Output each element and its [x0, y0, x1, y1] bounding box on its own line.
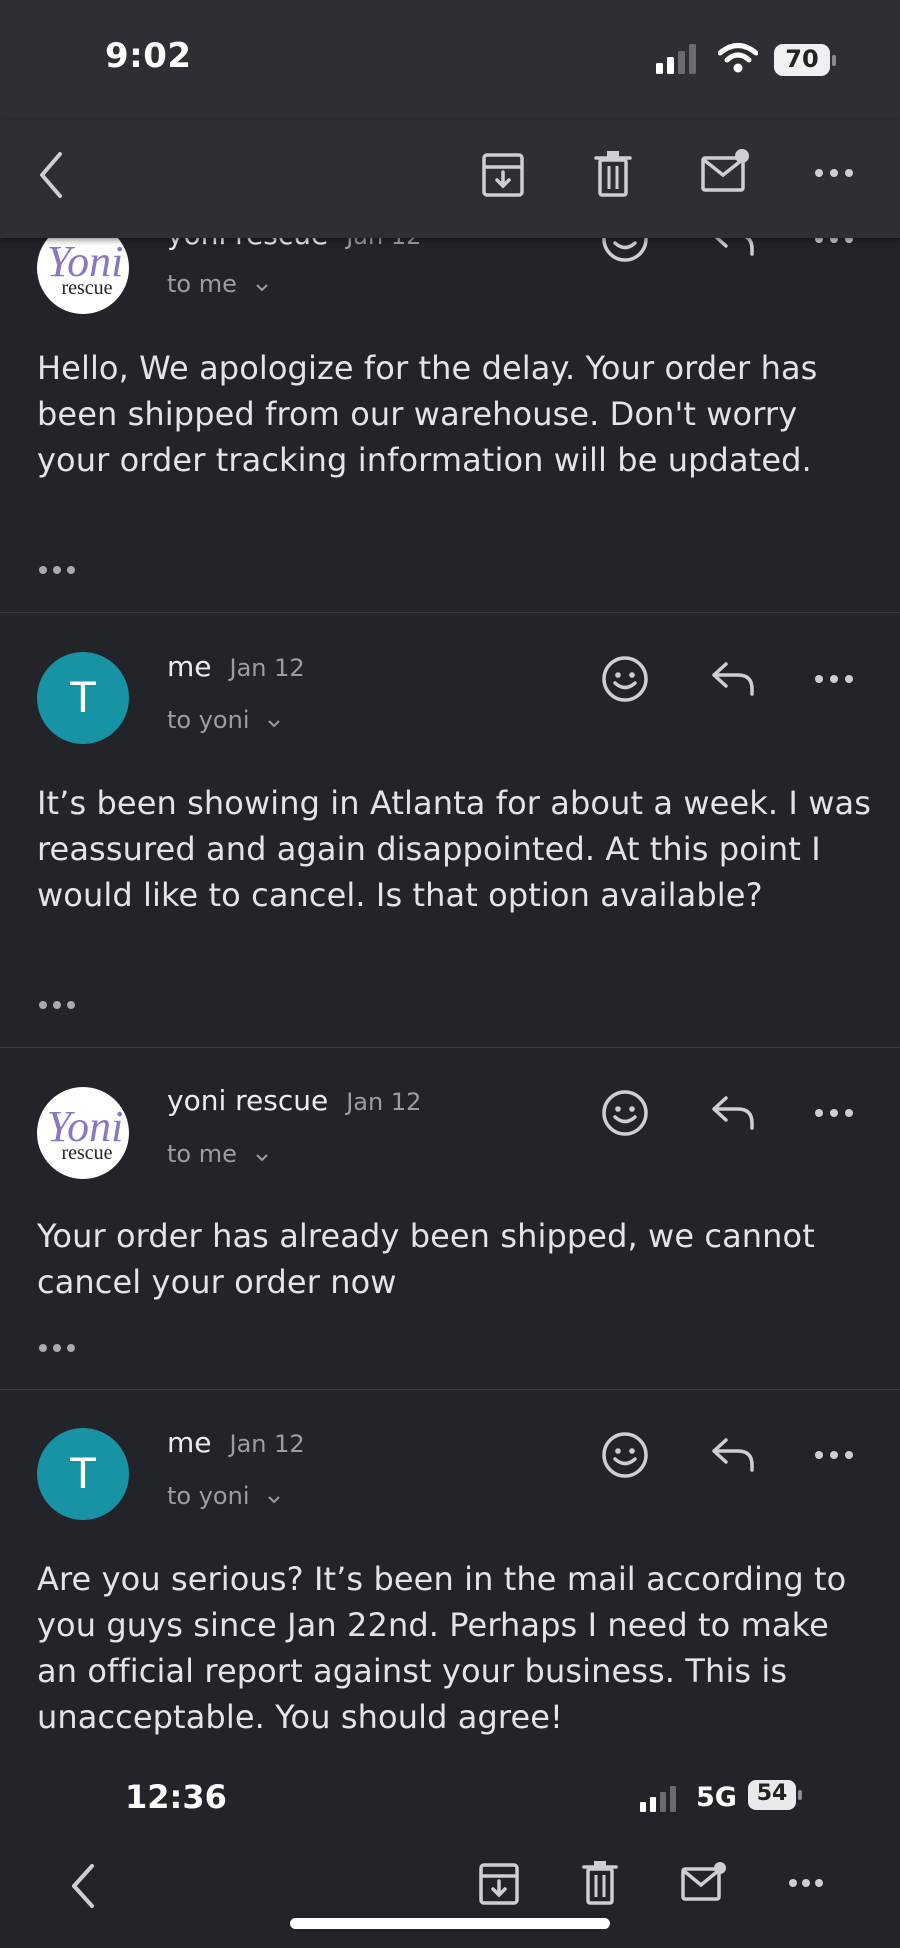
divider	[0, 1389, 900, 1390]
message-body: Hello, We apologize for the delay. Your …	[37, 349, 818, 479]
wifi-icon	[718, 43, 758, 73]
svg-text:rescue: rescue	[61, 277, 112, 299]
more-horizontal-icon[interactable]	[788, 1878, 824, 1888]
reply-icon[interactable]	[710, 658, 756, 698]
message-actions	[600, 654, 870, 714]
sender-name: me Jan 12	[167, 650, 305, 683]
svg-text:rescue: rescue	[61, 1142, 112, 1164]
recipient-details[interactable]: to me	[167, 270, 269, 299]
status-time: 12:36	[125, 1778, 227, 1816]
message-body: Are you serious? It’s been in the mail a…	[37, 1560, 847, 1736]
embedded-toolbar	[0, 1830, 900, 1948]
status-bar: 9:02 70	[0, 0, 900, 120]
reply-icon[interactable]	[710, 1092, 756, 1132]
divider	[0, 1047, 900, 1048]
network-label: 5G	[696, 1782, 737, 1813]
battery-level: 54	[756, 1781, 788, 1806]
chevron-down-icon	[267, 1483, 281, 1511]
home-indicator[interactable]	[290, 1918, 610, 1929]
sender-avatar[interactable]: T	[37, 652, 129, 744]
chevron-down-icon	[255, 271, 269, 299]
conversation-scroll[interactable]: Yoni rescue yoni rescueJan 12 to me Hell…	[0, 0, 900, 1948]
emoji-react-icon[interactable]	[600, 1430, 650, 1480]
message-body: Your order has already been shipped, we …	[37, 1217, 815, 1301]
sender-avatar[interactable]: T	[37, 1428, 129, 1520]
signal-icon	[656, 44, 696, 74]
show-trimmed-content-icon[interactable]	[37, 560, 81, 580]
embedded-status-bar: 12:36 5G 54	[0, 1760, 900, 1830]
message-body: It’s been showing in Atlanta for about a…	[37, 784, 871, 914]
recipient-details[interactable]: to me	[167, 1140, 269, 1169]
emoji-react-icon[interactable]	[600, 1088, 650, 1138]
battery-level: 70	[785, 45, 819, 73]
message-actions	[600, 1088, 870, 1148]
signal-icon	[640, 1786, 676, 1812]
more-horizontal-icon[interactable]	[814, 1108, 854, 1118]
trash-icon[interactable]	[582, 1860, 618, 1906]
more-horizontal-icon[interactable]	[814, 674, 854, 684]
top-toolbar	[0, 120, 900, 238]
sender-name: yoni rescueJan 12	[167, 1084, 422, 1117]
emoji-react-icon[interactable]	[600, 654, 650, 704]
message-actions	[600, 1430, 870, 1490]
archive-icon[interactable]	[481, 152, 525, 198]
chevron-down-icon	[267, 707, 281, 735]
battery-icon: 54	[748, 1780, 802, 1810]
more-horizontal-icon[interactable]	[814, 1450, 854, 1460]
status-time: 9:02	[105, 36, 192, 76]
show-trimmed-content-icon[interactable]	[37, 995, 81, 1015]
battery-icon: 70	[774, 44, 836, 76]
reply-icon[interactable]	[710, 1434, 756, 1474]
chevron-down-icon	[255, 1141, 269, 1169]
archive-icon[interactable]	[478, 1862, 520, 1906]
back-arrow-icon[interactable]	[66, 1862, 100, 1910]
sender-name: me Jan 12	[167, 1426, 305, 1459]
trash-icon[interactable]	[594, 150, 632, 198]
recipient-details[interactable]: to yoni	[167, 706, 281, 735]
divider	[0, 612, 900, 613]
back-arrow-icon[interactable]	[34, 150, 68, 200]
sender-avatar[interactable]: Yoni rescue	[37, 1087, 129, 1179]
more-horizontal-icon[interactable]	[814, 168, 854, 178]
show-trimmed-content-icon[interactable]	[37, 1338, 81, 1358]
mail-unread-icon[interactable]	[680, 1860, 728, 1904]
mail-unread-icon[interactable]	[700, 148, 750, 194]
recipient-details[interactable]: to yoni	[167, 1482, 281, 1511]
